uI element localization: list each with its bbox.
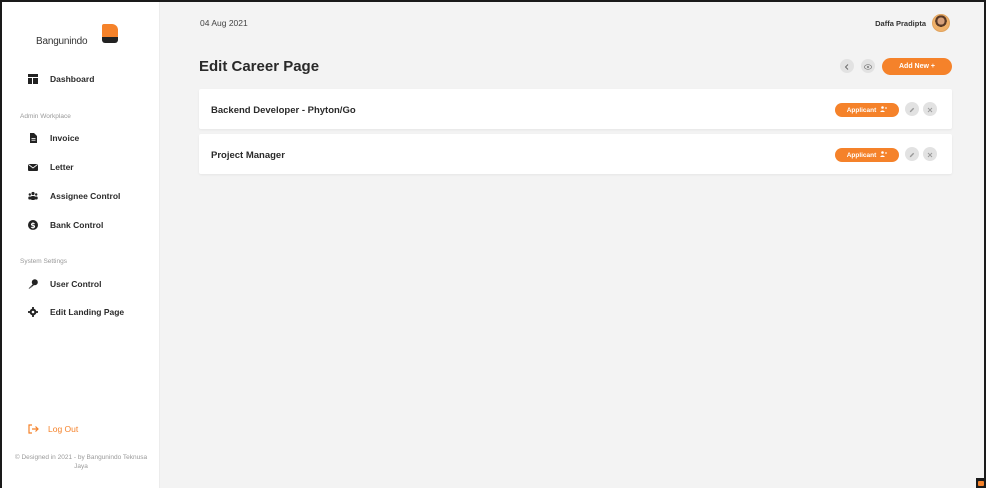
applicant-label: Applicant bbox=[846, 106, 877, 114]
logout-icon bbox=[28, 424, 39, 434]
sidebar-item-letter[interactable]: Letter bbox=[28, 159, 74, 175]
user-plus-icon bbox=[880, 151, 888, 159]
applicant-button[interactable]: Applicant bbox=[835, 148, 899, 162]
close-icon bbox=[927, 100, 933, 118]
preview-button[interactable] bbox=[861, 59, 875, 73]
corner-logo-icon bbox=[976, 478, 986, 488]
sidebar-item-label: Letter bbox=[50, 162, 74, 172]
section-admin-workplace: Admin Workplace bbox=[20, 113, 71, 120]
dashboard-icon bbox=[28, 74, 38, 84]
add-new-button[interactable]: Add New + bbox=[882, 58, 952, 75]
sidebar-item-bank-control[interactable]: $ Bank Control bbox=[28, 217, 103, 233]
career-item: Project Manager Applicant bbox=[199, 134, 952, 174]
sidebar-item-label: Edit Landing Page bbox=[50, 307, 125, 317]
brand-name: Bangunindo bbox=[36, 36, 88, 47]
career-item: Backend Developer - Phyton/Go Applicant bbox=[199, 89, 952, 129]
page-title: Edit Career Page bbox=[199, 58, 320, 75]
dollar-icon: $ bbox=[28, 220, 38, 230]
edit-button[interactable] bbox=[905, 102, 919, 116]
sidebar-item-label: Invoice bbox=[50, 133, 80, 143]
sidebar-item-dashboard[interactable]: Dashboard bbox=[28, 71, 94, 87]
avatar[interactable] bbox=[932, 14, 950, 32]
svg-text:$: $ bbox=[30, 221, 35, 230]
pencil-icon bbox=[909, 100, 915, 118]
career-title: Backend Developer - Phyton/Go bbox=[211, 105, 356, 116]
sidebar-item-label: Dashboard bbox=[50, 74, 95, 84]
users-icon bbox=[28, 191, 38, 201]
chevron-left-icon bbox=[844, 57, 850, 75]
sidebar-item-invoice[interactable]: Invoice bbox=[28, 130, 79, 146]
sidebar-item-edit-landing-page[interactable]: Edit Landing Page bbox=[28, 304, 124, 320]
section-system-settings: System Settings bbox=[20, 258, 67, 265]
back-button[interactable] bbox=[840, 59, 854, 73]
user-plus-icon bbox=[880, 106, 888, 114]
close-icon bbox=[927, 145, 933, 163]
user-menu[interactable]: Daffa Pradipta bbox=[875, 14, 950, 32]
pencil-icon bbox=[909, 145, 915, 163]
edit-button[interactable] bbox=[905, 147, 919, 161]
user-name: Daffa Pradipta bbox=[875, 18, 926, 28]
sidebar-item-user-control[interactable]: User Control bbox=[28, 276, 101, 292]
delete-button[interactable] bbox=[923, 147, 937, 161]
invoice-icon bbox=[28, 133, 38, 143]
sidebar-item-label: User Control bbox=[50, 279, 102, 289]
sidebar: Bangunindo Dashboard Admin Workplace Inv… bbox=[2, 2, 160, 488]
gear-icon bbox=[28, 307, 38, 317]
logout-button[interactable]: Log Out bbox=[28, 424, 78, 434]
sidebar-item-assignee-control[interactable]: Assignee Control bbox=[28, 188, 120, 204]
brand-mark-icon bbox=[102, 24, 118, 44]
brand-logo[interactable]: Bangunindo bbox=[36, 24, 126, 50]
footer-copyright: © Designed in 2021 - by Bangunindo Teknu… bbox=[14, 454, 148, 470]
current-date: 04 Aug 2021 bbox=[200, 18, 248, 28]
career-title: Project Manager bbox=[211, 150, 285, 161]
envelope-icon bbox=[28, 162, 38, 172]
logout-label: Log Out bbox=[48, 424, 79, 434]
delete-button[interactable] bbox=[923, 102, 937, 116]
key-icon bbox=[28, 279, 38, 289]
applicant-button[interactable]: Applicant bbox=[835, 103, 899, 117]
sidebar-item-label: Assignee Control bbox=[50, 191, 121, 201]
sidebar-item-label: Bank Control bbox=[50, 220, 104, 230]
applicant-label: Applicant bbox=[846, 151, 877, 159]
eye-icon bbox=[864, 57, 872, 75]
